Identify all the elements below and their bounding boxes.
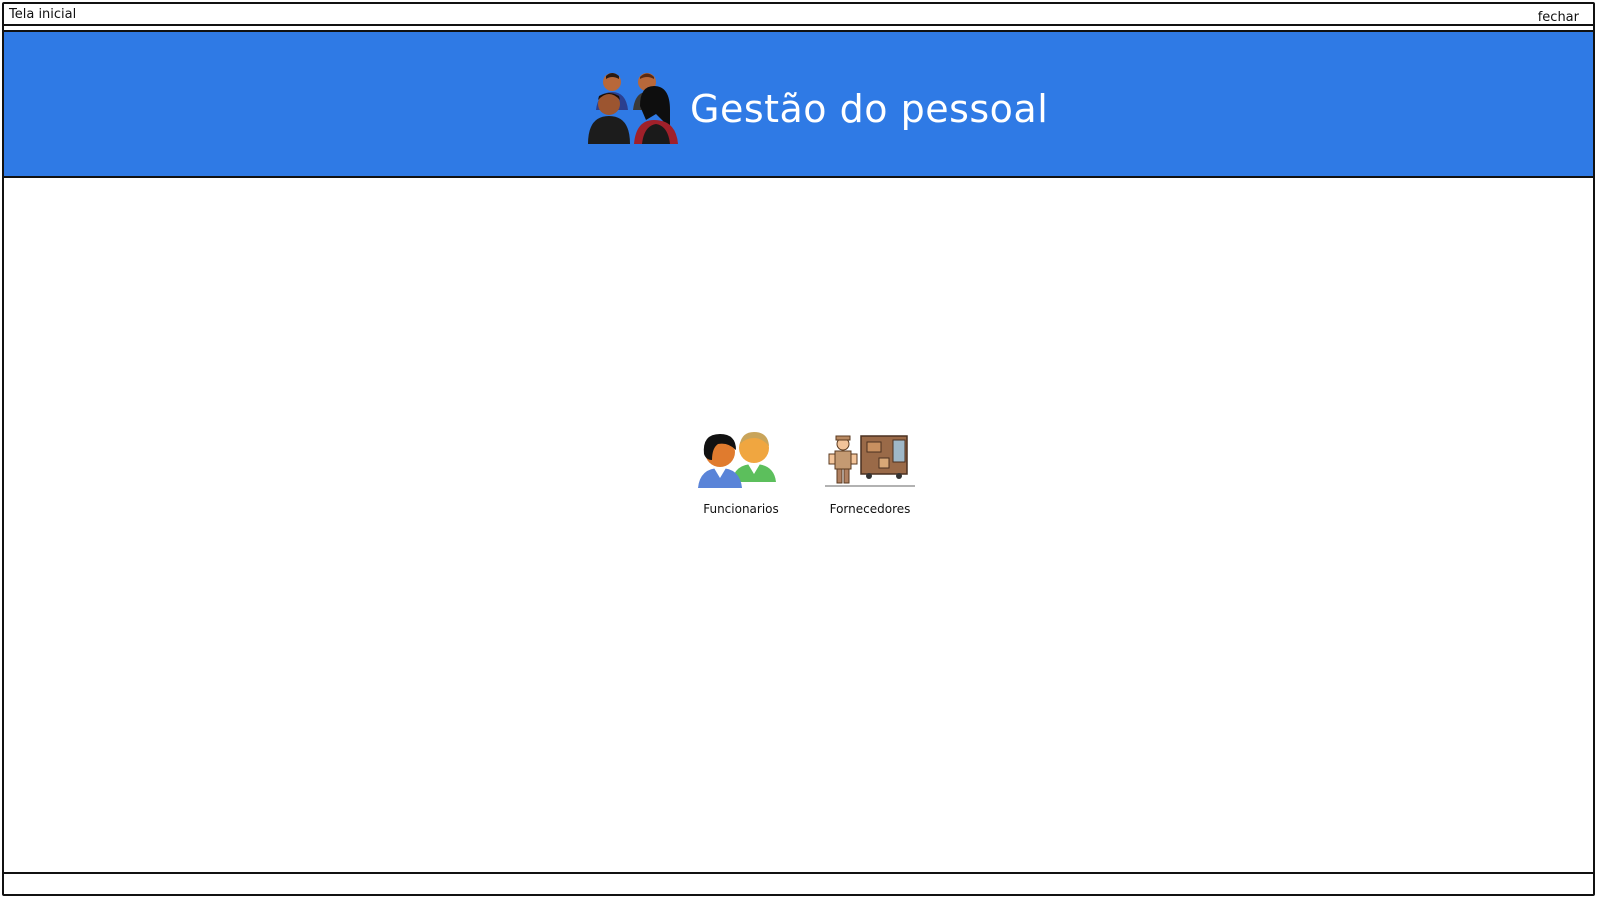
header-content: Gestão do pessoal: [584, 70, 1048, 148]
close-button[interactable]: fechar: [1538, 10, 1579, 25]
funcionarios-label: Funcionarios: [703, 502, 779, 516]
employees-icon: [698, 432, 776, 488]
title-bar: Tela inicial fechar: [4, 4, 1593, 26]
app-window: Tela inicial fechar Gestão do pessoal Fu…: [2, 2, 1595, 896]
main-content: Funcionarios Fornecedores: [4, 178, 1593, 880]
people-group-icon: [588, 73, 678, 144]
funcionarios-tile[interactable]: Funcionarios: [696, 430, 786, 516]
window-title: Tela inicial: [9, 7, 77, 22]
fornecedores-label: Fornecedores: [829, 502, 911, 516]
supplier-delivery-icon: [825, 435, 915, 487]
fornecedores-tile[interactable]: Fornecedores: [825, 430, 915, 516]
page-title: Gestão do pessoal: [690, 87, 1049, 131]
header-banner: Gestão do pessoal: [4, 30, 1593, 178]
status-bar: [4, 872, 1593, 894]
